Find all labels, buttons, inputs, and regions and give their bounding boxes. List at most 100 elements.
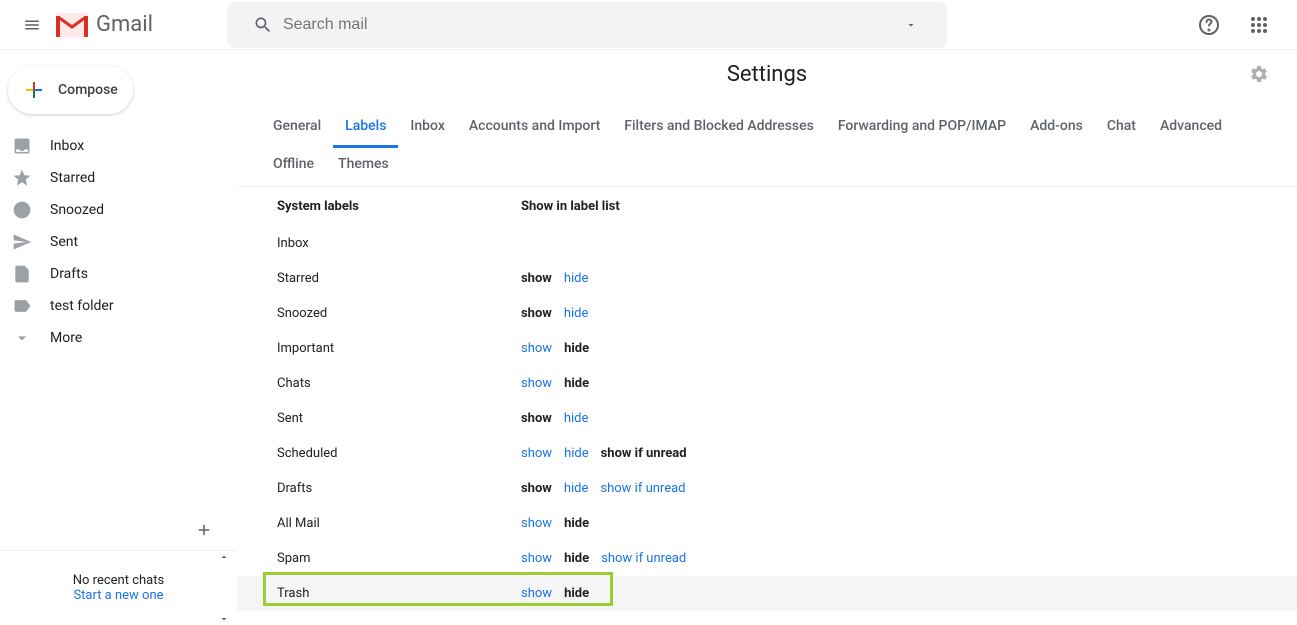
send-icon [12, 232, 32, 252]
search-icon-wrapper[interactable] [243, 15, 283, 35]
option-show[interactable]: show [521, 551, 552, 566]
tab-general[interactable]: General [261, 110, 333, 148]
new-label-row [0, 510, 237, 550]
help-icon [1197, 13, 1221, 37]
main-menu-button[interactable] [8, 1, 56, 49]
label-row-scheduled: Scheduledshow hide show if unread [237, 436, 1297, 471]
label-name: Scheduled [277, 446, 521, 461]
clock-icon [12, 200, 32, 220]
option-show[interactable]: show [521, 446, 552, 461]
option-hide[interactable]: hide [564, 446, 589, 461]
plus-icon[interactable] [195, 521, 213, 539]
inbox-icon [12, 136, 32, 156]
option-hide[interactable]: hide [564, 551, 589, 566]
compose-button[interactable]: Compose [8, 66, 133, 114]
gmail-logo-icon [56, 13, 88, 37]
label-name: Chats [277, 376, 521, 391]
option-show-if-unread[interactable]: show if unread [601, 446, 687, 461]
option-hide[interactable]: hide [564, 411, 589, 426]
label-options: show hide [521, 376, 589, 391]
file-icon [12, 264, 32, 284]
chevron-down-icon[interactable] [218, 613, 230, 625]
option-show[interactable]: show [521, 586, 552, 601]
sidebar-item-drafts[interactable]: Drafts [0, 258, 237, 290]
option-hide[interactable]: hide [564, 271, 589, 286]
option-show-if-unread[interactable]: show if unread [601, 551, 686, 566]
sidebar-item-snoozed[interactable]: Snoozed [0, 194, 237, 226]
option-hide[interactable]: hide [564, 481, 589, 496]
gear-icon[interactable] [1249, 64, 1269, 84]
hangouts-panel: No recent chats Start a new one [0, 550, 237, 625]
label-name: All Mail [277, 516, 521, 531]
sidebar-item-more[interactable]: More [0, 322, 237, 354]
label-row-sent: Sentshow hide [237, 401, 1297, 436]
settings-title: Settings [727, 62, 807, 87]
start-chat-link[interactable]: Start a new one [73, 588, 164, 603]
label-row-starred: Starredshow hide [237, 261, 1297, 296]
option-show[interactable]: show [521, 271, 552, 286]
sidebar-item-sent[interactable]: Sent [0, 226, 237, 258]
main-content: Settings GeneralLabelsInboxAccounts and … [237, 50, 1297, 625]
option-show[interactable]: show [521, 481, 552, 496]
label-options: show hide [521, 306, 588, 321]
chat-scroll [217, 551, 231, 625]
tab-advanced[interactable]: Advanced [1148, 110, 1234, 148]
option-show[interactable]: show [521, 516, 552, 531]
sidebar-item-starred[interactable]: Starred [0, 162, 237, 194]
option-show[interactable]: show [521, 376, 552, 391]
label-name: Starred [277, 271, 521, 286]
tag-icon [12, 296, 32, 316]
label-row-snoozed: Snoozedshow hide [237, 296, 1297, 331]
chevron-icon [12, 328, 32, 348]
tab-labels[interactable]: Labels [333, 110, 398, 148]
label-row-spam: Spamshow hide show if unread [237, 541, 1297, 576]
search-bar[interactable] [227, 2, 947, 48]
label-row-all-mail: All Mailshow hide [237, 506, 1297, 541]
option-hide[interactable]: hide [564, 341, 589, 356]
tab-forwarding-and-pop-imap[interactable]: Forwarding and POP/IMAP [826, 110, 1018, 148]
label-options: show hide [521, 271, 588, 286]
option-hide[interactable]: hide [564, 306, 589, 321]
option-show[interactable]: show [521, 411, 552, 426]
search-input[interactable] [283, 16, 891, 34]
tab-filters-and-blocked-addresses[interactable]: Filters and Blocked Addresses [612, 110, 826, 148]
label-name: Sent [277, 411, 521, 426]
nav-list: Inbox Starred SnoozedSentDrafts test folder… [0, 130, 237, 354]
chevron-up-icon[interactable] [218, 551, 230, 563]
label-name: Snoozed [277, 306, 521, 321]
label-row-drafts: Draftsshow hide show if unread [237, 471, 1297, 506]
option-hide[interactable]: hide [564, 376, 589, 391]
option-show[interactable]: show [521, 341, 552, 356]
tab-chat[interactable]: Chat [1095, 110, 1148, 148]
tab-accounts-and-import[interactable]: Accounts and Import [457, 110, 612, 148]
option-show[interactable]: show [521, 306, 552, 321]
settings-title-bar: Settings [237, 50, 1297, 98]
label-name: Important [277, 341, 521, 356]
settings-content[interactable]: System labels Show in label list InboxSt… [237, 187, 1297, 625]
star-icon [12, 168, 32, 188]
option-show-if-unread[interactable]: show if unread [600, 481, 685, 496]
logo-area: Gmail [56, 12, 153, 37]
label-name: Inbox [277, 236, 521, 251]
settings-tabs: GeneralLabelsInboxAccounts and ImportFil… [237, 98, 1297, 187]
header-right [1189, 5, 1289, 45]
label-options: show hide [521, 341, 589, 356]
sidebar-item-test-folder[interactable]: test folder [0, 290, 237, 322]
support-button[interactable] [1189, 5, 1229, 45]
col-system-labels: System labels [277, 199, 521, 214]
option-hide[interactable]: hide [564, 586, 589, 601]
tab-offline[interactable]: Offline [261, 148, 326, 186]
sidebar-item-label: Starred [50, 170, 95, 186]
search-options-button[interactable] [891, 19, 931, 31]
label-options: show hide [521, 516, 589, 531]
label-options: show hide [521, 586, 589, 601]
label-name: Drafts [277, 481, 521, 496]
tab-inbox[interactable]: Inbox [398, 110, 456, 148]
sidebar-item-inbox[interactable]: Inbox [0, 130, 237, 162]
apps-button[interactable] [1239, 5, 1279, 45]
option-hide[interactable]: hide [564, 516, 589, 531]
sidebar-item-label: test folder [50, 298, 114, 314]
tab-add-ons[interactable]: Add-ons [1018, 110, 1095, 148]
label-name: Spam [277, 551, 521, 566]
tab-themes[interactable]: Themes [326, 148, 401, 186]
